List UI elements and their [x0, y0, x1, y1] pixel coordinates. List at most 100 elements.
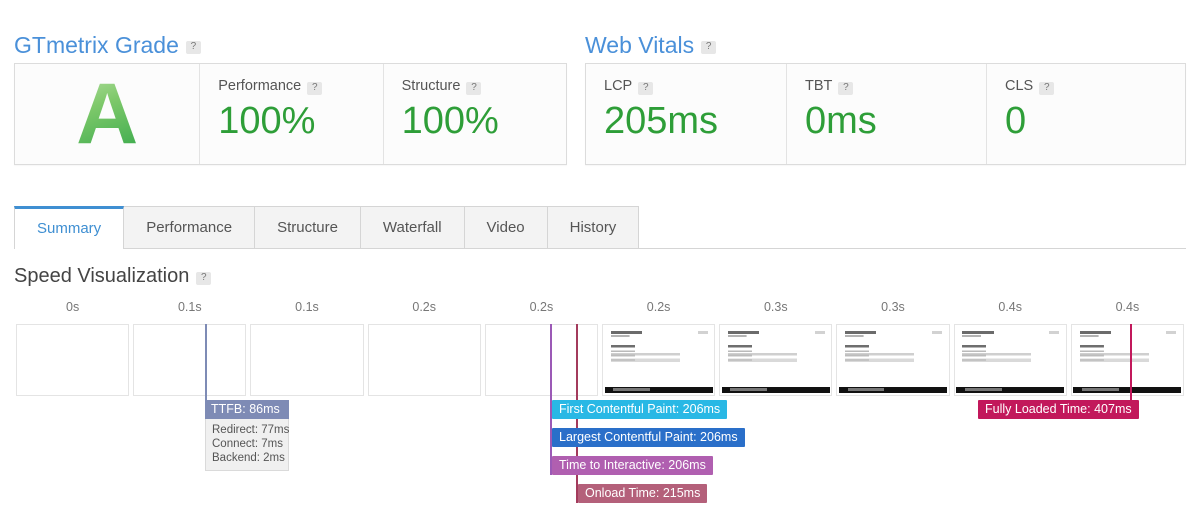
cls-label-text: CLS: [1005, 78, 1034, 94]
tbt-label-text: TBT: [805, 78, 833, 94]
filmstrip-frame-blank[interactable]: [133, 324, 247, 396]
lcp-label-text: LCP: [604, 78, 633, 94]
tab-video[interactable]: Video: [463, 206, 548, 248]
thumbnail-header: [727, 330, 760, 338]
tbt-cell: TBT ? 0ms: [786, 64, 986, 164]
speed-visualization-heading: Speed Visualization ?: [14, 265, 212, 288]
ttfb-breakdown-item: Backend: 2ms: [212, 452, 285, 464]
tab-history[interactable]: History: [546, 206, 640, 248]
help-icon-cls[interactable]: ?: [1039, 81, 1055, 95]
grade-cell: A: [15, 64, 199, 164]
thumbnail-body-lines: [610, 353, 680, 363]
largest-contentful-paint-badge[interactable]: Largest Contentful Paint: 206ms: [552, 428, 745, 447]
gtmetrix-report: GTmetrix Grade ? A Performance ? 100% St…: [0, 0, 1200, 528]
help-icon-tbt[interactable]: ?: [838, 81, 854, 95]
cls-label: CLS ?: [1005, 78, 1167, 95]
thumbnail-footer-bar: [604, 386, 713, 393]
structure-label-text: Structure: [401, 78, 461, 94]
filmstrip-frame-blank[interactable]: [250, 324, 364, 396]
timeline-tick-label: 0.2s: [529, 300, 554, 314]
thumbnail-corner-logo: [1049, 331, 1060, 335]
filmstrip-frame[interactable]: [1070, 324, 1184, 396]
thumbnail-footer-bar: [721, 386, 830, 393]
speed-visualization-title: Speed Visualization: [14, 265, 190, 287]
lcp-label: LCP ?: [604, 78, 768, 95]
tab-waterfall[interactable]: Waterfall: [359, 206, 465, 248]
help-icon-web-vitals[interactable]: ?: [701, 41, 717, 54]
web-vitals-heading: Web Vitals ?: [585, 32, 717, 59]
thumbnail-header: [845, 330, 877, 338]
tab-label: Performance: [146, 219, 233, 236]
tbt-label: TBT ?: [805, 78, 968, 95]
thumbnail-header: [1079, 330, 1111, 338]
timeline-tick-label: 0.4s: [998, 300, 1023, 314]
performance-label-text: Performance: [218, 78, 302, 94]
performance-score-cell: Performance ? 100%: [199, 64, 382, 164]
timeline-axis: 0s 0.1s 0.1s 0.2s 0.2s 0.2s 0.3s 0.3s 0.4s 0.4s: [14, 300, 1186, 324]
structure-score-value: 100%: [401, 100, 499, 142]
help-icon-gtmetrix-grade[interactable]: ?: [185, 41, 201, 54]
tab-structure[interactable]: Structure: [254, 206, 361, 248]
timeline-tick-label: 0.3s: [763, 300, 788, 314]
help-icon-lcp[interactable]: ?: [638, 81, 654, 95]
filmstrip-frame-blank[interactable]: [16, 324, 130, 396]
thumbnail-body-lines: [727, 353, 797, 363]
timeline-tick-label: 0s: [65, 300, 80, 314]
filmstrip-frame-blank[interactable]: [484, 324, 598, 396]
tab-label: Structure: [277, 219, 338, 236]
gtmetrix-grade-heading: GTmetrix Grade ?: [14, 32, 201, 59]
speed-visualization-timeline: 0s 0.1s 0.1s 0.2s 0.2s 0.2s 0.3s 0.3s 0.4s 0.4s T…: [14, 300, 1186, 515]
thumbnail-corner-logo: [931, 331, 942, 335]
timeline-tick-label: 0.2s: [412, 300, 437, 314]
onload-time-badge[interactable]: Onload Time: 215ms: [578, 484, 708, 503]
thumbnail-corner-logo: [1166, 331, 1177, 335]
tab-label: Waterfall: [382, 219, 442, 236]
filmstrip-frame[interactable]: [836, 324, 950, 396]
timeline-tick-label: 0.1s: [295, 300, 319, 314]
thumbnail-footer-bar: [839, 386, 947, 393]
tab-label: Video: [486, 219, 525, 236]
thumbnail-body-lines: [962, 353, 1032, 363]
structure-score-label: Structure ?: [401, 78, 548, 95]
structure-score-cell: Structure ? 100%: [382, 64, 566, 164]
help-icon-performance[interactable]: ?: [307, 81, 323, 95]
tbt-value: 0ms: [805, 100, 877, 142]
help-icon-speed-visualization[interactable]: ?: [196, 272, 212, 285]
first-contentful-paint-badge[interactable]: First Contentful Paint: 206ms: [552, 400, 728, 419]
performance-score-label: Performance ?: [218, 78, 364, 95]
cls-value: 0: [1005, 100, 1027, 142]
grade-letter: A: [76, 66, 139, 162]
filmstrip-frame[interactable]: [953, 324, 1067, 396]
timeline-tick-label: 0.1s: [177, 300, 202, 314]
filmstrip-frame[interactable]: [602, 324, 716, 396]
lcp-value: 205ms: [604, 100, 719, 142]
timeline-tick-label: 0.3s: [881, 300, 905, 314]
thumbnail-corner-logo: [697, 331, 708, 335]
filmstrip-frame-blank[interactable]: [367, 324, 481, 396]
filmstrip: [14, 324, 1186, 396]
thumbnail-corner-logo: [814, 331, 825, 335]
tab-summary[interactable]: Summary: [14, 206, 125, 249]
filmstrip-frame[interactable]: [719, 324, 833, 396]
tab-label: History: [569, 219, 617, 236]
time-to-interactive-badge[interactable]: Time to Interactive: 206ms: [552, 456, 713, 475]
tab-label: Summary: [37, 220, 102, 237]
thumbnail-header: [610, 330, 642, 338]
ttfb-breakdown-item: Redirect: 77ms: [212, 424, 290, 436]
tab-performance[interactable]: Performance: [123, 206, 256, 248]
lcp-cell: LCP ? 205ms: [586, 64, 786, 164]
timeline-tick-label: 0.2s: [646, 300, 671, 314]
fully-loaded-time-badge[interactable]: Fully Loaded Time: 407ms: [978, 400, 1139, 419]
ttfb-annotation[interactable]: TTFB: 86ms Redirect: 77ms Connect: 7ms Back…: [205, 400, 289, 471]
timeline-tick-label: 0.4s: [1115, 300, 1140, 314]
gtmetrix-grade-panel: A Performance ? 100% Structure ? 100%: [14, 63, 567, 165]
web-vitals-title: Web Vitals: [585, 32, 695, 58]
ttfb-breakdown: Redirect: 77ms Connect: 7ms Backend: 2ms: [205, 419, 289, 471]
web-vitals-panel: LCP ? 205ms TBT ? 0ms CLS ? 0: [585, 63, 1186, 165]
help-icon-structure[interactable]: ?: [466, 81, 482, 95]
cls-cell: CLS ? 0: [986, 64, 1185, 164]
performance-score-value: 100%: [218, 100, 316, 142]
thumbnail-body-lines: [1079, 353, 1149, 363]
gtmetrix-grade-title: GTmetrix Grade: [14, 32, 179, 58]
ttfb-breakdown-item: Connect: 7ms: [212, 438, 283, 450]
